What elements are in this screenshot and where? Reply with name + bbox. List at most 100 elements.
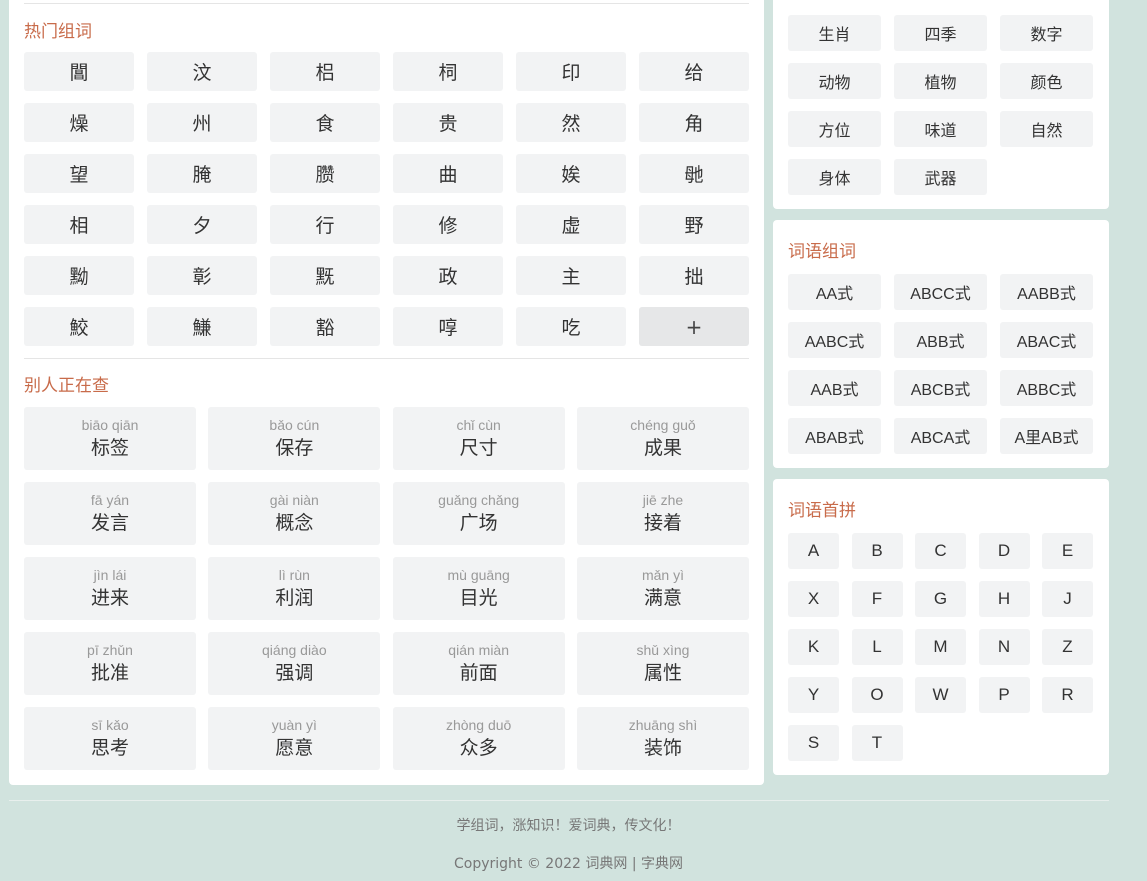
initial-letter-button[interactable]: X: [788, 581, 839, 617]
initial-letter-button[interactable]: G: [915, 581, 966, 617]
initial-letter-button[interactable]: R: [1042, 677, 1093, 713]
recent-word-item[interactable]: gài niàn 概念: [208, 482, 381, 545]
initial-letter-button[interactable]: Y: [788, 677, 839, 713]
hot-word-item[interactable]: 修: [393, 205, 503, 244]
pattern-button[interactable]: ABCB式: [894, 370, 987, 406]
hot-word-item[interactable]: 鮫: [24, 307, 134, 346]
hot-word-item[interactable]: 相: [24, 205, 134, 244]
footer-link-zidian[interactable]: 字典网: [641, 856, 683, 872]
hot-word-item[interactable]: 主: [516, 256, 626, 295]
recent-word-item[interactable]: yuàn yì 愿意: [208, 707, 381, 770]
recent-word-item[interactable]: pī zhǔn 批准: [24, 632, 196, 695]
hot-word-item[interactable]: 彰: [147, 256, 257, 295]
pattern-button[interactable]: AABB式: [1000, 274, 1093, 310]
initial-letter-button[interactable]: S: [788, 725, 839, 761]
recent-word-item[interactable]: jiē zhe 接着: [576, 482, 749, 545]
hot-word-item[interactable]: 行: [270, 205, 380, 244]
hot-word-item[interactable]: 虚: [516, 205, 626, 244]
initial-letter-button[interactable]: N: [978, 629, 1030, 665]
pattern-button[interactable]: ABCC式: [894, 274, 987, 310]
hot-word-item[interactable]: 腌: [147, 154, 257, 193]
footer-link-cidian[interactable]: 词典网: [585, 856, 627, 872]
initial-letter-button[interactable]: M: [915, 629, 966, 665]
recent-word-item[interactable]: sī kǎo 思考: [24, 707, 196, 770]
initial-letter-button[interactable]: L: [851, 629, 903, 665]
pattern-button[interactable]: ABB式: [894, 322, 987, 358]
recent-word-item[interactable]: zhòng duō 众多: [392, 707, 565, 770]
pattern-button[interactable]: ABAB式: [788, 418, 881, 454]
hot-word-item[interactable]: 然: [516, 103, 626, 142]
pattern-button[interactable]: A里AB式: [1000, 418, 1093, 454]
initial-letter-button[interactable]: B: [851, 533, 903, 569]
category-button[interactable]: 四季: [894, 15, 987, 51]
initial-letter-button[interactable]: H: [978, 581, 1030, 617]
initial-letter-button[interactable]: F: [851, 581, 903, 617]
category-button[interactable]: 数字: [1000, 15, 1093, 51]
initial-letter-button[interactable]: Z: [1042, 629, 1093, 665]
category-button[interactable]: 动物: [788, 63, 881, 99]
initial-letter-button[interactable]: A: [788, 533, 839, 569]
category-button[interactable]: 生肖: [788, 15, 881, 51]
initial-letter-button[interactable]: J: [1042, 581, 1093, 617]
hot-word-item[interactable]: 臜: [270, 154, 380, 193]
recent-word-item[interactable]: mù guāng 目光: [392, 557, 565, 620]
initial-letter-button[interactable]: C: [915, 533, 966, 569]
category-button[interactable]: 方位: [788, 111, 881, 147]
hot-word-item[interactable]: 豁: [270, 307, 380, 346]
pattern-button[interactable]: ABAC式: [1000, 322, 1093, 358]
recent-word-item[interactable]: fā yán 发言: [24, 482, 196, 545]
pattern-button[interactable]: AABC式: [788, 322, 881, 358]
hot-word-item[interactable]: 梠: [270, 52, 380, 91]
recent-word-item[interactable]: guǎng chǎng 广场: [392, 482, 565, 545]
hot-word-item[interactable]: 黖: [270, 256, 380, 295]
hot-word-item[interactable]: 黝: [24, 256, 134, 295]
more-button[interactable]: +: [639, 307, 749, 346]
hot-word-item[interactable]: 曲: [393, 154, 503, 193]
hot-word-item[interactable]: 啍: [393, 307, 503, 346]
hot-word-item[interactable]: 柌: [393, 52, 503, 91]
recent-word-item[interactable]: chǐ cùn 尺寸: [392, 407, 565, 470]
recent-word-item[interactable]: zhuāng shì 装饰: [576, 707, 749, 770]
hot-word-item[interactable]: 印: [516, 52, 626, 91]
hot-word-item[interactable]: 州: [147, 103, 257, 142]
hot-word-item[interactable]: 贵: [393, 103, 503, 142]
hot-word-item[interactable]: 夕: [147, 205, 257, 244]
category-button[interactable]: 植物: [894, 63, 987, 99]
recent-word-item[interactable]: jìn lái 进来: [24, 557, 196, 620]
initial-letter-button[interactable]: E: [1042, 533, 1093, 569]
hot-word-item[interactable]: 吃: [516, 307, 626, 346]
hot-word-item[interactable]: 望: [24, 154, 134, 193]
category-button[interactable]: 味道: [894, 111, 987, 147]
initial-letter-button[interactable]: K: [788, 629, 839, 665]
hot-word-item[interactable]: 食: [270, 103, 380, 142]
hot-word-item[interactable]: 政: [393, 256, 503, 295]
recent-word-item[interactable]: lì rùn 利润: [208, 557, 381, 620]
hot-word-item[interactable]: 拙: [639, 256, 749, 295]
hot-word-item[interactable]: 鰜: [147, 307, 257, 346]
recent-word-item[interactable]: chéng guǒ 成果: [576, 407, 749, 470]
hot-word-item[interactable]: 汶: [147, 52, 257, 91]
hot-word-item[interactable]: 娭: [516, 154, 626, 193]
hot-word-item[interactable]: 野: [639, 205, 749, 244]
pattern-button[interactable]: ABCA式: [894, 418, 987, 454]
pattern-button[interactable]: AA式: [788, 274, 881, 310]
recent-word-item[interactable]: biāo qiān 标签: [24, 407, 196, 470]
recent-word-item[interactable]: shǔ xìng 属性: [576, 632, 749, 695]
recent-word-item[interactable]: mǎn yì 满意: [576, 557, 749, 620]
pattern-button[interactable]: AAB式: [788, 370, 881, 406]
initial-letter-button[interactable]: O: [851, 677, 903, 713]
pattern-button[interactable]: ABBC式: [1000, 370, 1093, 406]
initial-letter-button[interactable]: D: [978, 533, 1030, 569]
recent-word-item[interactable]: bǎo cún 保存: [208, 407, 381, 470]
hot-word-item[interactable]: 给: [639, 52, 749, 91]
recent-word-item[interactable]: qián miàn 前面: [392, 632, 565, 695]
category-button[interactable]: 身体: [788, 159, 881, 195]
hot-word-item[interactable]: 角: [639, 103, 749, 142]
initial-letter-button[interactable]: P: [978, 677, 1030, 713]
recent-word-item[interactable]: qiáng diào 强调: [208, 632, 381, 695]
category-button[interactable]: 自然: [1000, 111, 1093, 147]
category-button[interactable]: 武器: [894, 159, 987, 195]
initial-letter-button[interactable]: W: [915, 677, 966, 713]
hot-word-item[interactable]: 毑: [639, 154, 749, 193]
initial-letter-button[interactable]: T: [851, 725, 903, 761]
